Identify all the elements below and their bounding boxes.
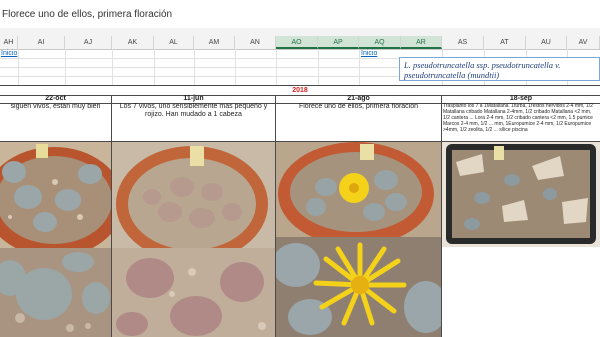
note-cell[interactable]: Trasplanto los 7 a 1Matallana. 1turba, 1…	[442, 103, 600, 141]
date-cell[interactable]: 11-jun	[112, 95, 276, 103]
lithops-flower-pot-photo[interactable]	[276, 142, 442, 237]
species-text-box[interactable]: L. pseudotruncatella ssp. pseudotruncate…	[399, 57, 600, 81]
lithops-pot-photo[interactable]	[0, 142, 112, 248]
lithops-tray-photo[interactable]	[442, 142, 600, 247]
date-cell[interactable]: 21-ago	[276, 95, 442, 103]
column-header-at[interactable]: AT	[484, 36, 526, 49]
formula-bar-value: Florece uno de ellos, primera floración	[2, 9, 173, 20]
column-header-ah[interactable]: AH	[0, 36, 18, 49]
column-header-as[interactable]: AS	[442, 36, 484, 49]
lithops-closeup-photo[interactable]	[0, 248, 112, 337]
column-header-ai[interactable]: AI	[18, 36, 65, 49]
column-header-aj[interactable]: AJ	[65, 36, 112, 49]
column-header-au[interactable]: AU	[526, 36, 567, 49]
lithops-flower-closeup-photo[interactable]	[276, 237, 442, 337]
column-header-ao[interactable]: AO	[276, 36, 318, 49]
inicio-link-left[interactable]: Inicio	[1, 49, 17, 58]
column-header-av[interactable]: AV	[567, 36, 600, 49]
column-header-ak[interactable]: AK	[112, 36, 154, 49]
note-cell[interactable]: siguen vivos, están muy bien	[0, 103, 112, 141]
date-cell[interactable]: 18-sep	[442, 95, 600, 103]
lithops-pot-photo[interactable]	[112, 142, 276, 248]
lithops-closeup-photo[interactable]	[112, 248, 276, 337]
inicio-link-right[interactable]: Inicio	[361, 49, 377, 58]
column-header-al[interactable]: AL	[154, 36, 194, 49]
column-header-aq[interactable]: AQ	[359, 36, 401, 49]
column-header-row: AH AI AJ AK AL AM AN AO AP AQ AR AS AT A…	[0, 36, 600, 50]
date-cell[interactable]: 22-oct	[0, 95, 112, 103]
column-header-an[interactable]: AN	[235, 36, 276, 49]
column-header-ar[interactable]: AR	[401, 36, 442, 49]
column-header-ap[interactable]: AP	[318, 36, 359, 49]
formula-bar[interactable]: Florece uno de ellos, primera floración	[0, 0, 600, 29]
column-header-am[interactable]: AM	[194, 36, 235, 49]
note-cell[interactable]: Florece uno de ellos, primera floración	[276, 103, 442, 141]
note-cell[interactable]: Los 7 vivos, uno sensiblemente más peque…	[112, 103, 276, 141]
